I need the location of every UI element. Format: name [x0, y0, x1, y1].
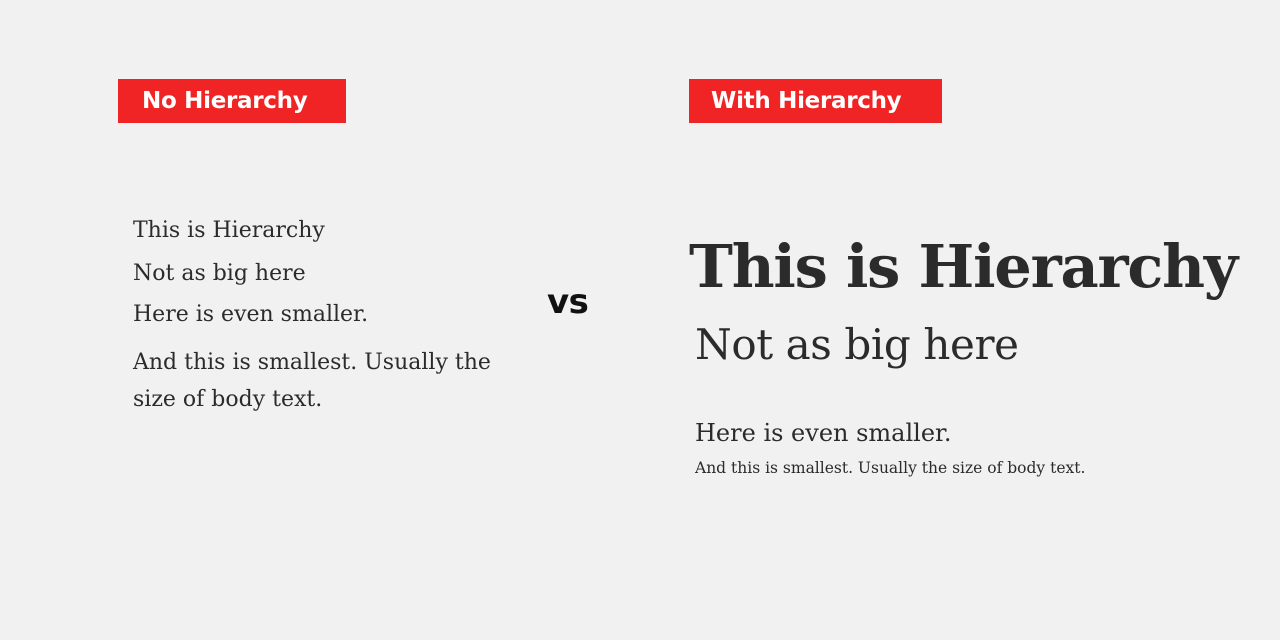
hierarchy-comparison: { "left_panel": { "badge": "No Hierarchy…	[0, 0, 1280, 640]
vs-label: vs	[547, 282, 589, 322]
flat-line-3: Here is even smaller.	[133, 302, 369, 327]
flat-line-2: Not as big here	[133, 261, 306, 286]
flat-line-1: This is Hierarchy	[133, 218, 325, 243]
hierarchy-heading-1: This is Hierarchy	[689, 232, 1238, 301]
hierarchy-heading-2: Not as big here	[695, 320, 1019, 369]
hierarchy-heading-3: Here is even smaller.	[695, 419, 952, 447]
with-hierarchy-badge: With Hierarchy	[689, 79, 942, 123]
no-hierarchy-badge: No Hierarchy	[118, 79, 346, 123]
flat-line-4: And this is smallest. Usually the size o…	[133, 350, 491, 412]
hierarchy-body-text: And this is smallest. Usually the size o…	[695, 459, 1086, 477]
